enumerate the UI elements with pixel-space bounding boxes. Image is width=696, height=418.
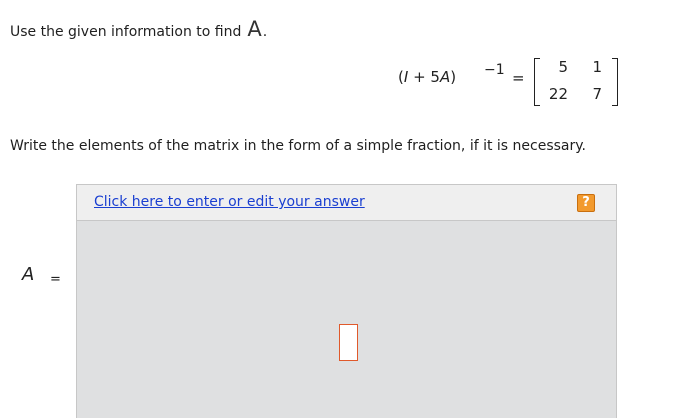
clipped-previous-text <box>0 0 696 3</box>
equals-sign: = <box>512 69 525 87</box>
answer-panel-body <box>77 221 616 418</box>
matrix-right-bracket <box>612 58 618 106</box>
question-instruction: Use the given information to find A. <box>10 17 267 41</box>
fraction-instruction: Write the elements of the matrix in the … <box>10 138 587 154</box>
answer-variable-label: A <box>22 264 35 285</box>
instruction-period: . <box>262 24 268 40</box>
answer-equals-sign: = <box>50 272 61 287</box>
target-variable: A <box>247 17 262 41</box>
matrix-cell-1-2: 1 <box>592 58 602 76</box>
instruction-text: Use the given information to find <box>10 24 242 40</box>
matrix-cell-1-1: 5 <box>558 58 568 76</box>
answer-panel-header: Click here to enter or edit your answer … <box>77 185 616 221</box>
answer-panel: Click here to enter or edit your answer … <box>76 184 617 418</box>
matrix-left-bracket <box>534 58 540 106</box>
inverse-exponent: −1 <box>484 62 505 78</box>
answer-input-box[interactable] <box>339 324 358 361</box>
lhs-variable: A <box>439 68 451 86</box>
matrix-cell-2-1: 22 <box>548 85 568 103</box>
equation-lhs: (I + 5A) <box>398 68 457 86</box>
matrix-cell-2-2: 7 <box>592 85 602 103</box>
given-matrix: 5 1 22 7 <box>534 56 624 108</box>
help-icon[interactable]: ? <box>577 194 595 212</box>
enter-answer-link[interactable]: Click here to enter or edit your answer <box>94 194 365 210</box>
